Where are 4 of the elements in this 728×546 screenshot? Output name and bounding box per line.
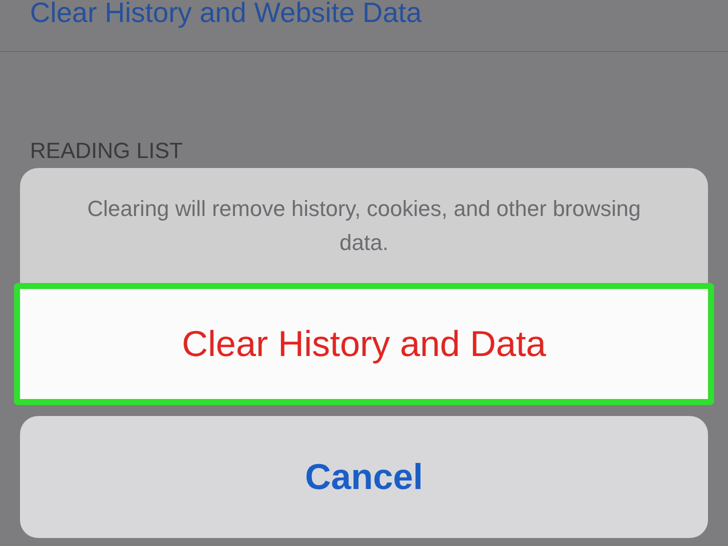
clear-data-button[interactable]: Clear History and Data	[14, 283, 714, 405]
section-header: READING LIST	[30, 138, 183, 163]
cancel-button[interactable]: Cancel	[20, 416, 708, 538]
sheet-message: Clearing will remove history, cookies, and other browsing data.	[86, 194, 642, 256]
